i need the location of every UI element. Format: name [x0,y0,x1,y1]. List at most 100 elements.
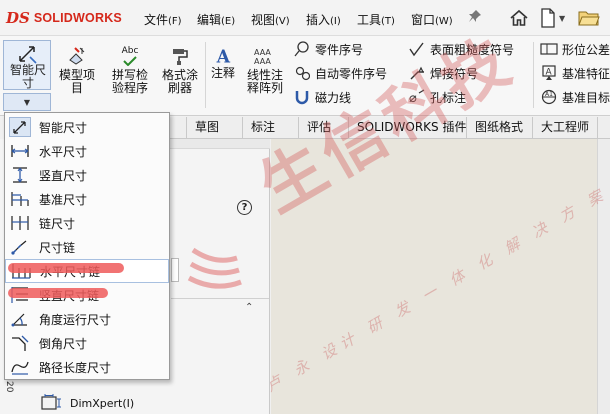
chamfer-dimension-icon [9,333,31,353]
brand-name: SOLIDWORKS [33,11,122,25]
format-painter-label: 格式涂刷器 [161,68,198,95]
path-length-icon [9,357,31,377]
menu-window-label: 窗口 [411,13,436,27]
highlight-marker-horizontal-ordinate [8,263,124,273]
model-items-button[interactable]: 模型项目 [55,46,99,95]
highlight-marker-vertical-ordinate [8,288,108,298]
gtol-icon [540,40,558,58]
tab-sketch[interactable]: 草图 [186,117,227,139]
dropdown-item-vertical-dimension[interactable]: 竖直尺寸 [5,163,169,187]
model-items-label: 模型项目 [59,68,96,95]
datum-target-icon: A1 [540,88,558,106]
dropdown-item-label: 水平尺寸 [39,144,88,159]
open-folder-icon[interactable] [576,6,602,30]
solidworks-logo[interactable]: DS SOLIDWORKS [6,9,122,27]
dimxpert-label[interactable]: DimXpert(I) [70,397,134,410]
help-icon[interactable]: ? [237,200,252,215]
dropdown-item-label: 链尺寸 [39,216,76,231]
panel-input-field[interactable] [171,258,179,282]
menu-insert[interactable]: 插入(I) [306,11,341,28]
smart-dimension-icon [19,46,37,64]
side-number: 20 [4,381,14,393]
gtol-label: 形位公差 [562,42,610,57]
dropdown-item-label: 智能尺寸 [39,120,88,135]
dropdown-item-path-length[interactable]: 路径长度尺寸 [5,355,169,379]
datum-target-label: 基准目标 [562,90,610,105]
smart-dimension-button[interactable]: 智能尺寸 [3,40,51,90]
ds-logo-mark: DS [6,9,30,27]
menu-edit-label: 编辑 [197,13,222,27]
datum-feature-button[interactable]: A 基准特征 [540,64,610,82]
linear-note-pattern-icon: AAAAAA [254,48,271,66]
menu-window[interactable]: 窗口(W) [411,11,453,28]
dropdown-item-label: 角度运行尺寸 [39,312,112,327]
dropdown-item-smart-dimension[interactable]: 智能尺寸 [5,115,169,139]
collapse-arrow-icon[interactable]: ⌃ [245,302,253,313]
menu-tools-label: 工具 [357,13,382,27]
smart-dimension-dropdown-menu: 智能尺寸 水平尺寸 竖直尺寸 基准尺寸 链尺寸 尺寸链 水平尺寸链 竖直尺寸链 … [4,112,170,380]
menu-edit-key: (E) [221,16,236,27]
spell-check-button[interactable]: Abc 拼写检验程序 [106,46,154,95]
smart-dimension-icon [9,117,31,137]
ribbon-separator [205,42,206,108]
menu-bar: DS SOLIDWORKS 文件(F) 编辑(E) 视图(V) 插入(I) 工具… [0,0,610,36]
svg-text:A1: A1 [545,91,553,98]
note-button[interactable]: A 注释 [207,46,239,80]
dropdown-item-horizontal-dimension[interactable]: 水平尺寸 [5,139,169,163]
dropdown-item-label: 倒角尺寸 [39,336,88,351]
smart-dimension-label: 智能尺寸 [9,63,46,90]
dropdown-item-chamfer-dimension[interactable]: 倒角尺寸 [5,331,169,355]
home-icon[interactable] [507,6,531,30]
ordinate-dimension-icon [9,237,31,257]
linear-note-pattern-label: 线性注释阵列 [246,68,283,95]
model-items-icon [69,47,85,65]
dimxpert-icon [41,394,61,410]
menu-file[interactable]: 文件(F) [144,11,182,28]
menu-file-key: (F) [168,16,182,27]
vertical-dimension-icon [9,165,31,185]
smart-dimension-dropdown-arrow[interactable]: ▼ [3,93,51,111]
new-document-icon[interactable] [538,6,558,30]
dropdown-item-label: 竖直尺寸 [39,168,88,183]
note-icon: A [216,47,231,66]
datum-feature-icon: A [540,64,558,82]
new-document-dropdown-icon[interactable]: ▼ [559,14,565,23]
spell-check-abc-label: Abc [121,46,139,56]
balloon-icon [293,40,311,58]
menu-window-key: (W) [435,16,453,27]
menu-edit[interactable]: 编辑(E) [197,11,235,28]
vertical-scrollbar[interactable] [597,139,610,414]
menu-tools-key: (T) [381,16,395,27]
dropdown-item-label: 基准尺寸 [39,192,88,207]
tab-engineer[interactable]: 大工程师 [532,117,599,139]
menu-tools[interactable]: 工具(T) [357,11,395,28]
note-label: 注释 [210,66,235,80]
tab-sheet-format[interactable]: 图纸格式 [466,117,531,139]
ribbon-separator [533,42,534,108]
chain-dimension-icon [9,213,31,233]
dropdown-item-label: 尺寸链 [39,240,76,255]
menu-view-key: (V) [275,16,290,27]
svg-text:AAA: AAA [254,48,271,57]
dropdown-item-ordinate-dimension[interactable]: 尺寸链 [5,235,169,259]
spell-check-label: 拼写检验程序 [111,68,148,95]
datum-target-button[interactable]: A1 基准目标 [540,88,610,106]
menu-insert-label: 插入 [306,13,331,27]
gtol-button[interactable]: 形位公差 [540,40,610,58]
dropdown-item-chain-dimension[interactable]: 链尺寸 [5,211,169,235]
menu-file-label: 文件 [144,13,169,27]
svg-text:A: A [216,47,231,66]
menu-view-label: 视图 [251,13,276,27]
menu-insert-key: (I) [330,16,341,27]
dropdown-item-label: 路径长度尺寸 [39,360,112,375]
svg-text:AAA: AAA [254,57,271,66]
balloon-button[interactable]: 零件序号 [293,40,363,58]
balloon-label: 零件序号 [315,42,364,57]
linear-note-pattern-button[interactable]: AAA AAA 线性注释阵列 [243,46,287,95]
dropdown-item-angular-running[interactable]: 角度运行尺寸 [5,307,169,331]
auto-balloon-icon [293,64,311,82]
watermark-logo-icon [187,247,242,289]
format-painter-button[interactable]: 格式涂刷器 [156,46,204,95]
dropdown-item-baseline-dimension[interactable]: 基准尺寸 [5,187,169,211]
menu-view[interactable]: 视图(V) [251,11,290,28]
